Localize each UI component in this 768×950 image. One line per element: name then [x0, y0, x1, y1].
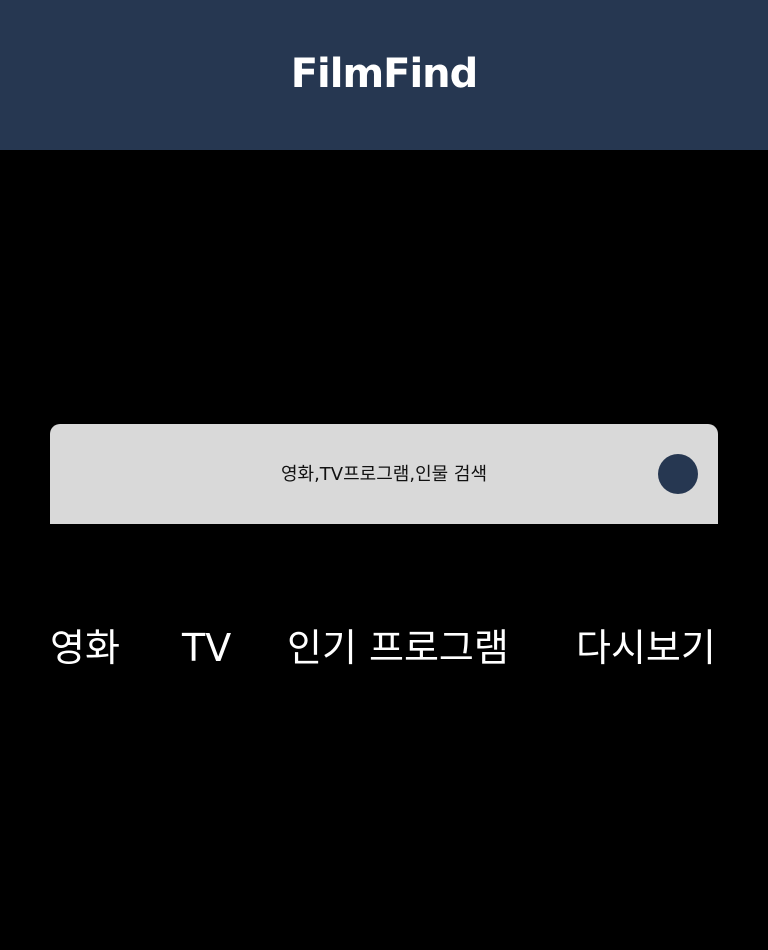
nav-item-popular-programs[interactable]: 인기 프로그램: [287, 622, 509, 674]
app-logo[interactable]: FilmFind: [291, 54, 479, 94]
category-nav: 영화 TV 인기 프로그램 다시보기: [0, 622, 768, 678]
nav-item-tv[interactable]: TV: [182, 622, 231, 674]
app-header: FilmFind: [0, 0, 768, 150]
nav-item-replay[interactable]: 다시보기: [576, 622, 716, 674]
search-button[interactable]: [658, 454, 698, 494]
search-input[interactable]: [50, 424, 650, 524]
search-bar: [50, 424, 718, 524]
nav-item-movie[interactable]: 영화: [50, 622, 120, 674]
